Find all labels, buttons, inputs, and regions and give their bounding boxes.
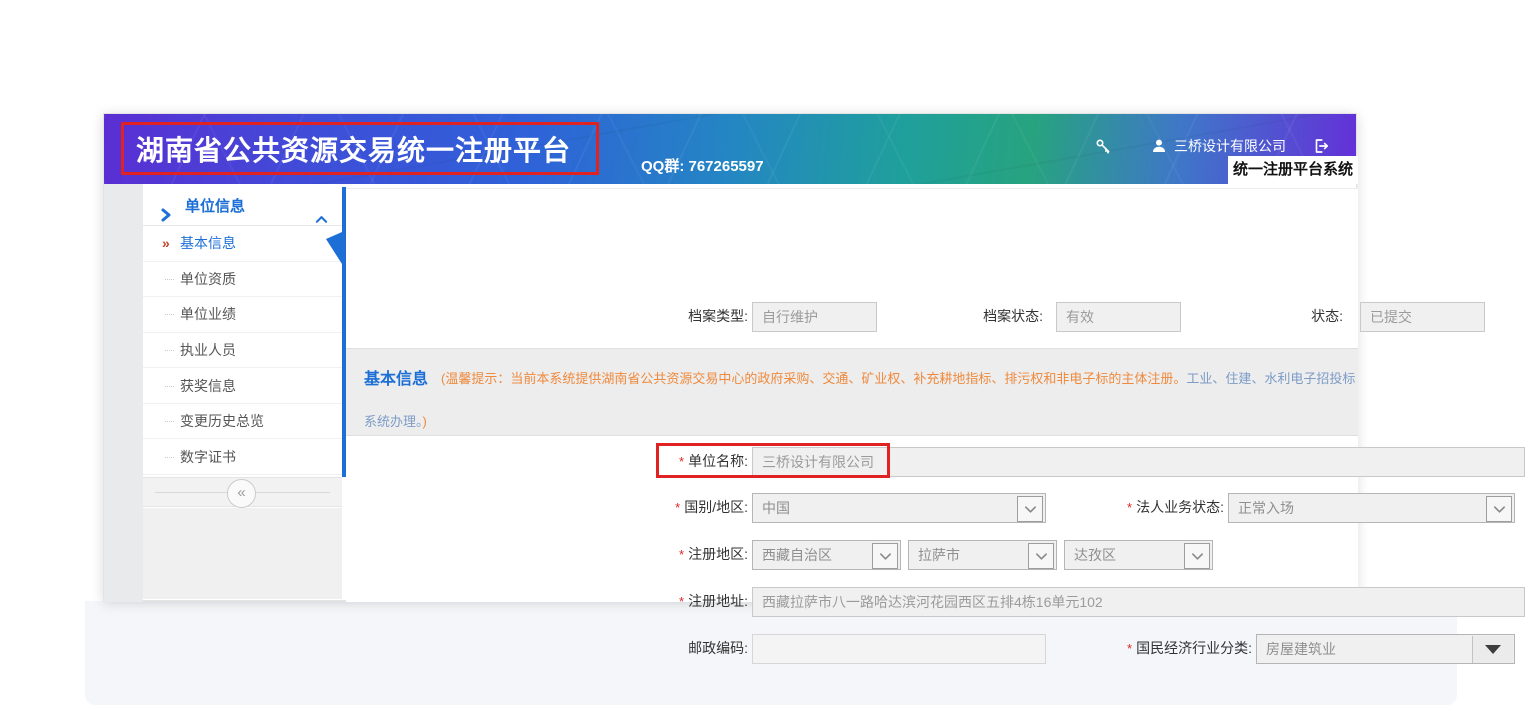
label-text: 国民经济行业分类: [1136,640,1252,656]
hint-orange-text: (温馨提示：当前本系统提供湖南省公共资源交易中心的政府采购、交通、矿业权、补充耕… [441,371,1186,386]
hint-blue-text: 工业、住建、水利电子招投标业务及医药相关业务，请到对应的交易 [1186,371,1356,386]
select-value: 达孜区 [1074,547,1116,563]
sidebar-group-unit-info[interactable]: 单位信息 [143,188,342,226]
tree-tick [165,314,174,315]
chevron-right-icon [159,199,173,213]
sidebar-collapse-row: « [143,477,342,507]
legal-status-label: * 法人业务状态: [1054,493,1224,522]
district-select[interactable]: 达孜区 [1064,540,1213,570]
label-text: 注册地址: [688,593,748,609]
chevron-up-icon[interactable] [315,201,328,211]
sidebar-item-basic-info[interactable]: » 基本信息 [143,226,342,262]
legal-status-select[interactable]: 正常入场 [1228,493,1515,523]
tree-tick [165,421,174,422]
tree-tick [165,457,174,458]
required-asterisk: * [679,594,684,609]
required-asterisk: * [1127,641,1132,656]
sidebar-item-label: 单位业绩 [180,304,236,324]
user-icon [1150,137,1168,155]
country-label: * 国别/地区: [578,493,748,522]
archive-type-label: 档案类型: [578,302,748,331]
sidebar-item-change-history[interactable]: 变更历史总览 [143,404,342,440]
postal-code-label: 邮政编码: [578,634,748,663]
tree-tick [165,279,174,280]
sidebar-group-label: 单位信息 [185,188,245,226]
section-title: 基本信息 [364,365,428,389]
sidebar-item-label: 执业人员 [180,340,236,360]
sidebar-item-label: 数字证书 [180,447,236,467]
select-value: 正常入场 [1238,500,1294,516]
city-select[interactable]: 拉萨市 [908,540,1057,570]
dropdown-chevron-icon[interactable] [1028,543,1054,569]
app-header: 湖南省公共资源交易统一注册平台 QQ群: 767265597 三桥设计有限公司 [104,114,1356,184]
left-gutter [104,184,143,602]
archive-status-label: 档案状态: [873,302,1043,331]
sidebar: 单位信息 » 基本信息 单位资质 单位业绩 执业人员 [143,188,342,599]
sidebar-item-label: 获奖信息 [180,376,236,396]
section-hint-line1: (温馨提示：当前本系统提供湖南省公共资源交易中心的政府采购、交通、矿业权、补充耕… [441,368,1356,387]
triangle-down-icon [1485,645,1501,654]
industry-label: * 国民经济行业分类: [1062,634,1252,663]
sidebar-item-digital-certificate[interactable]: 数字证书 [143,439,342,475]
label-text: 法人业务状态: [1136,499,1224,515]
sidebar-item-label: 单位资质 [180,269,236,289]
section-header-band: 基本信息 (温馨提示：当前本系统提供湖南省公共资源交易中心的政府采购、交通、矿业… [346,348,1358,436]
dropdown-chevron-icon[interactable] [872,543,898,569]
sidebar-item-practitioners[interactable]: 执业人员 [143,333,342,369]
select-value: 西藏自治区 [762,547,832,563]
dropdown-chevron-icon[interactable] [1184,543,1210,569]
industry-dropdown-button[interactable] [1472,636,1513,663]
tab-unified-registration-system[interactable]: 统一注册平台系统 [1228,156,1358,184]
tree-tick [165,386,174,387]
sidebar-item-awards[interactable]: 获奖信息 [143,368,342,404]
select-value: 房屋建筑业 [1266,641,1336,657]
required-asterisk: * [679,547,684,562]
unit-name-annotation-box [656,443,890,478]
dropdown-chevron-icon[interactable] [1486,496,1512,522]
select-value: 拉萨市 [918,547,960,563]
reg-area-label: * 注册地区: [578,540,748,569]
collapse-sidebar-button[interactable]: « [227,479,256,508]
title-annotation-box [121,122,599,175]
province-select[interactable]: 西藏自治区 [752,540,901,570]
sidebar-item-label: 基本信息 [180,233,236,253]
logged-in-company-name[interactable]: 三桥设计有限公司 [1174,136,1286,156]
label-text: 国别/地区: [684,499,748,515]
sidebar-empty-area [143,508,342,599]
active-item-marker-icon: » [162,235,170,251]
sidebar-item-label: 变更历史总览 [180,411,264,431]
sidebar-item-unit-performance[interactable]: 单位业绩 [143,297,342,333]
select-value: 中国 [762,500,790,516]
archive-type-field[interactable]: 自行维护 [752,302,877,332]
app-window: 湖南省公共资源交易统一注册平台 QQ群: 767265597 三桥设计有限公司 … [103,113,1357,601]
key-icon[interactable] [1094,137,1112,155]
sidebar-menu: » 基本信息 单位资质 单位业绩 执业人员 获奖信息 变更历史总览 [143,226,342,475]
required-asterisk: * [1127,500,1132,515]
section-hint-line2: 系统办理。) [364,411,427,430]
status-field[interactable]: 已提交 [1360,302,1485,332]
logout-icon[interactable] [1312,137,1330,155]
hint-close-paren: ) [423,414,427,429]
industry-combo[interactable]: 房屋建筑业 [1256,634,1515,664]
active-item-flag [326,232,342,264]
country-select[interactable]: 中国 [752,493,1046,523]
tree-tick [165,350,174,351]
status-label: 状态: [1173,302,1343,331]
postal-code-field[interactable] [752,634,1046,664]
main-content: 档案类型: 自行维护 档案状态: 有效 状态: 已提交 基本信息 (温馨提示：当… [346,188,1358,602]
required-asterisk: * [675,500,680,515]
archive-status-field[interactable]: 有效 [1056,302,1181,332]
reg-address-field[interactable]: 西藏拉萨市八一路哈达滨河花园西区五排4栋16单元102 [752,587,1525,617]
sidebar-item-unit-qualification[interactable]: 单位资质 [143,262,342,298]
qq-group-label: QQ群: 767265597 [641,155,764,176]
hint-blue-text-2: 系统办理。 [364,414,423,429]
label-text: 注册地区: [688,546,748,562]
dropdown-chevron-icon[interactable] [1017,496,1043,522]
reg-address-label: * 注册地址: [578,587,748,616]
